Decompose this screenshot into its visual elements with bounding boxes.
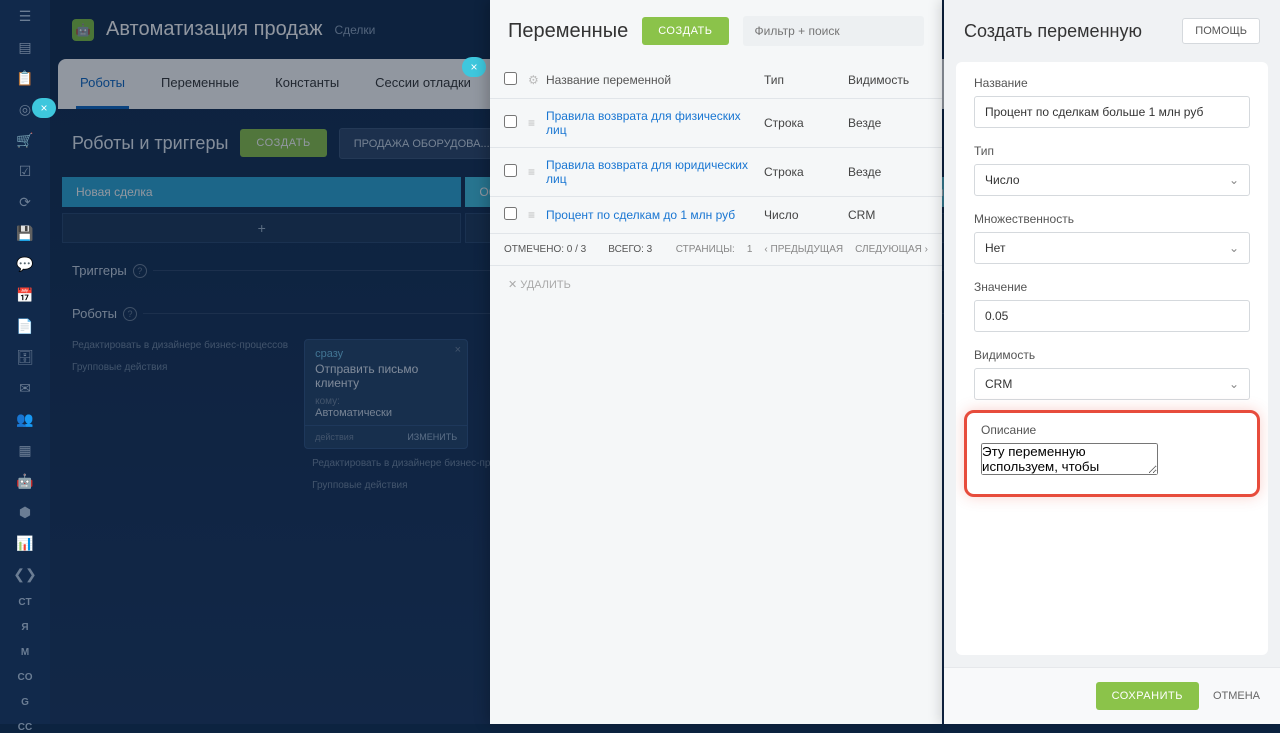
search-input[interactable]: [743, 16, 925, 46]
cart-icon[interactable]: 🛒: [15, 132, 35, 149]
vis-select[interactable]: CRM: [974, 368, 1250, 400]
clipboard-icon[interactable]: 📋: [15, 70, 35, 87]
sidebar-ya[interactable]: Я: [15, 622, 35, 633]
name-input[interactable]: [974, 96, 1250, 128]
table-header: ⚙ Название переменной Тип Видимость: [490, 62, 942, 99]
grid-icon[interactable]: ▦: [15, 442, 35, 459]
check-icon[interactable]: ☑: [15, 163, 35, 180]
row-checkbox[interactable]: [504, 115, 517, 128]
variable-link[interactable]: Правила возврата для юридических лиц: [546, 158, 764, 186]
robot-nav-icon[interactable]: 🤖: [15, 473, 35, 490]
variables-panel: Переменные СОЗДАТЬ × ⚙ Название переменн…: [490, 0, 942, 724]
filter-icon[interactable]: ▤: [15, 39, 35, 56]
mult-label: Множественность: [974, 212, 1250, 226]
save-icon[interactable]: 💾: [15, 225, 35, 242]
select-all-checkbox[interactable]: [504, 72, 517, 85]
doc-icon[interactable]: 📄: [15, 318, 35, 335]
menu-icon[interactable]: ☰: [15, 8, 35, 25]
panel-title: Создать переменную: [964, 21, 1142, 42]
value-label: Значение: [974, 280, 1250, 294]
help-button[interactable]: ПОМОЩЬ: [1182, 18, 1260, 44]
prev-page[interactable]: ‹ ПРЕДЫДУЩАЯ: [764, 244, 843, 255]
table-footer: ОТМЕЧЕНО: 0 / 3 ВСЕГО: 3 СТРАНИЦЫ: 1 ‹ П…: [490, 234, 942, 266]
mult-select[interactable]: Нет: [974, 232, 1250, 264]
flow-icon[interactable]: ⟳: [15, 194, 35, 211]
chat-icon[interactable]: 💬: [15, 256, 35, 273]
sidebar-ct[interactable]: CT: [15, 597, 35, 608]
create-variable-panel: Создать переменную ПОМОЩЬ Название Тип Ч…: [944, 0, 1280, 724]
sidebar-co[interactable]: CO: [15, 672, 35, 683]
value-input[interactable]: [974, 300, 1250, 332]
calendar-icon[interactable]: 📅: [15, 287, 35, 304]
cancel-button[interactable]: ОТМЕНА: [1213, 690, 1260, 702]
close-pill-icon[interactable]: ×: [462, 57, 486, 77]
desc-label: Описание: [981, 423, 1243, 437]
drag-icon[interactable]: ≡: [528, 116, 546, 130]
type-select[interactable]: Число: [974, 164, 1250, 196]
variables-title: Переменные: [508, 20, 628, 43]
gear-icon[interactable]: ⚙: [528, 73, 546, 87]
people-icon[interactable]: 👥: [15, 411, 35, 428]
table-row: ≡ Процент по сделкам до 1 млн руб Число …: [490, 197, 942, 234]
drag-icon[interactable]: ≡: [528, 165, 546, 179]
cube-icon[interactable]: ⬢: [15, 504, 35, 521]
delete-button[interactable]: ✕ УДАЛИТЬ: [490, 266, 942, 303]
description-highlight: Описание: [964, 410, 1260, 497]
row-checkbox[interactable]: [504, 164, 517, 177]
desc-textarea[interactable]: [981, 443, 1158, 475]
sidebar-m[interactable]: M: [15, 647, 35, 658]
drag-icon[interactable]: ≡: [528, 208, 546, 222]
name-label: Название: [974, 76, 1250, 90]
row-checkbox[interactable]: [504, 207, 517, 220]
save-button[interactable]: СОХРАНИТЬ: [1096, 682, 1199, 710]
close-pill-icon[interactable]: ×: [32, 98, 56, 118]
create-variable-button[interactable]: СОЗДАТЬ: [642, 17, 728, 45]
table-row: ≡ Правила возврата для физических лиц Ст…: [490, 99, 942, 148]
type-label: Тип: [974, 144, 1250, 158]
drawer-icon[interactable]: 🗄: [15, 349, 35, 366]
vis-label: Видимость: [974, 348, 1250, 362]
code-icon[interactable]: ❮❯: [15, 566, 35, 583]
table-row: ≡ Правила возврата для юридических лиц С…: [490, 148, 942, 197]
variable-link[interactable]: Процент по сделкам до 1 млн руб: [546, 208, 764, 222]
next-page[interactable]: СЛЕДУЮЩАЯ ›: [855, 244, 928, 255]
sidebar-g[interactable]: G: [15, 697, 35, 708]
variable-link[interactable]: Правила возврата для физических лиц: [546, 109, 764, 137]
chart-icon[interactable]: 📊: [15, 535, 35, 552]
mail-icon[interactable]: ✉: [15, 380, 35, 397]
variables-table: ⚙ Название переменной Тип Видимость ≡ Пр…: [490, 62, 942, 266]
